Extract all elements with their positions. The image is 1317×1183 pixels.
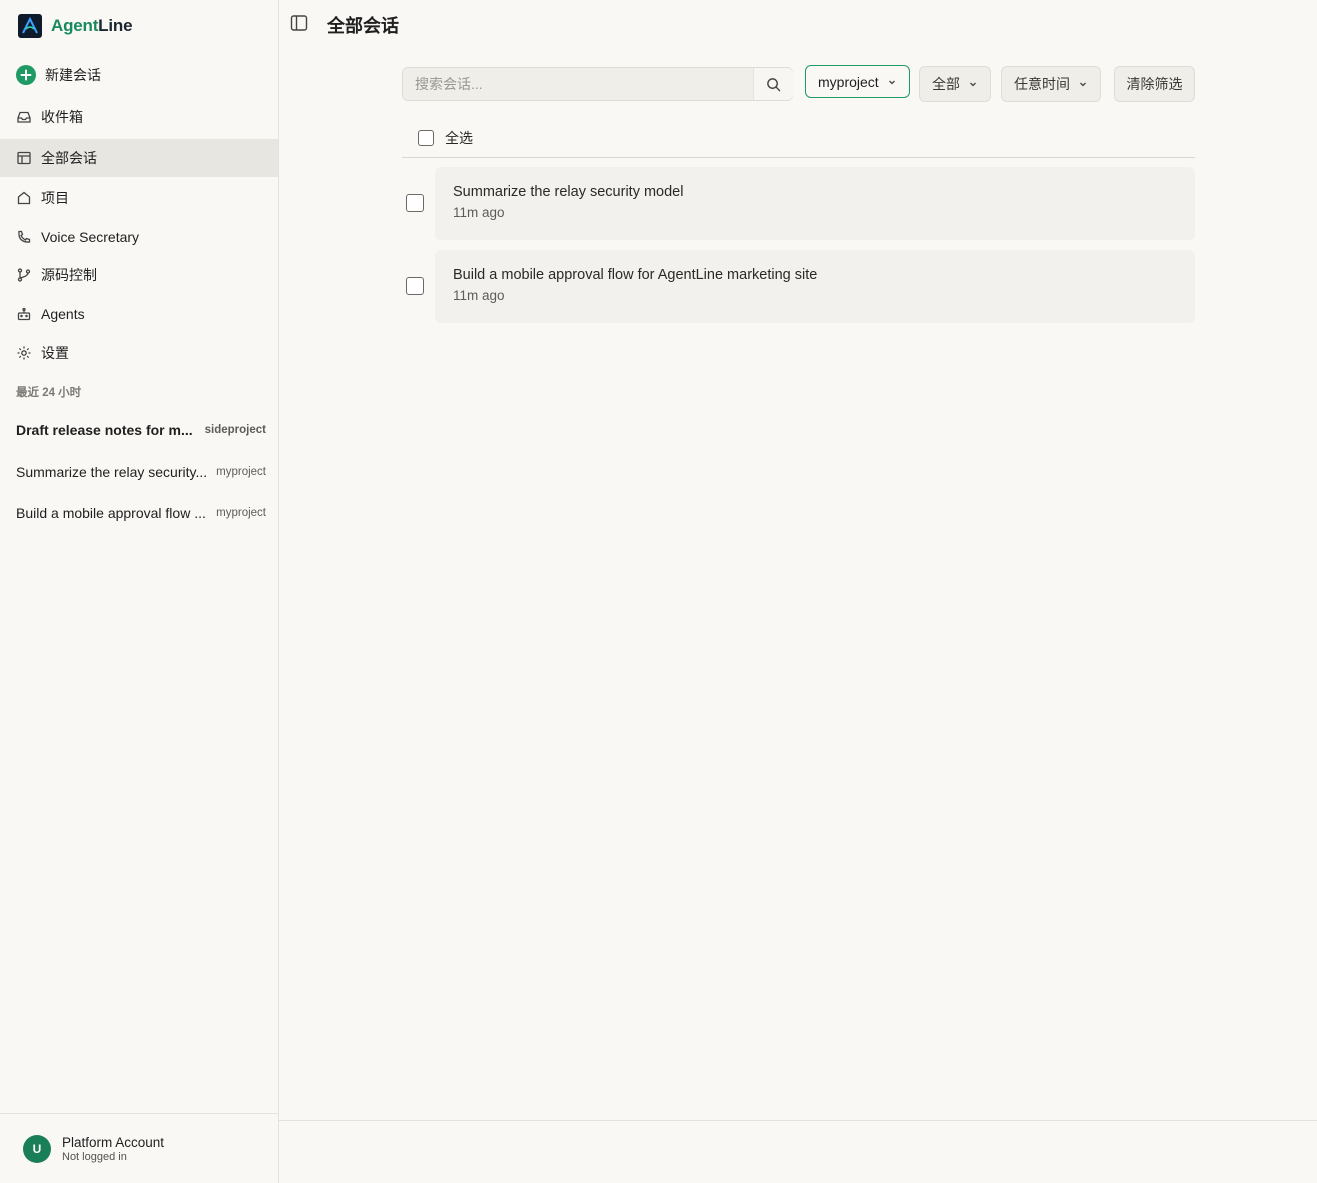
sidebar-item-label: 收件箱 [41,109,83,125]
agentline-logo-icon [18,14,42,38]
chevron-down-icon [968,79,978,89]
account-panel[interactable]: U Platform Account Not logged in [0,1113,278,1183]
select-all-checkbox[interactable] [418,130,434,146]
recent-session-project: sideproject [204,424,266,436]
sidebar-item-projects[interactable]: 项目 [0,179,278,217]
time-filter-value: 任意时间 [1014,76,1070,92]
inbox-icon [16,109,32,125]
recent-session-title: Summarize the relay security... [16,464,208,480]
status-filter-dropdown[interactable]: 全部 [919,66,991,102]
clear-filters-button[interactable]: 清除筛选 [1114,66,1195,102]
sidebar: AgentLine 新建会话 收件箱 全部会话 项目 Voice Secreta… [0,0,279,1183]
session-card[interactable]: Summarize the relay security model 11m a… [435,167,1195,240]
session-title: Summarize the relay security model [453,184,684,200]
time-filter-dropdown[interactable]: 任意时间 [1001,66,1101,102]
chevron-down-icon [887,77,897,87]
sidebar-item-source-control[interactable]: 源码控制 [0,256,278,294]
account-status: Not logged in [62,1151,127,1163]
robot-icon [16,306,32,322]
recent-session-title: Build a mobile approval flow ... [16,505,206,521]
recent-session-item[interactable]: Summarize the relay security... myprojec… [16,462,266,482]
search-icon [767,77,781,91]
session-checkbox[interactable] [406,194,424,212]
sidebar-item-all-sessions[interactable]: 全部会话 [0,139,278,177]
sidebar-item-label: Voice Secretary [41,229,140,245]
sidebar-toggle-icon [290,15,308,31]
sidebar-item-label: Agents [41,306,85,322]
recent-session-item[interactable]: Build a mobile approval flow ... myproje… [16,503,266,523]
gear-icon [16,345,32,361]
new-chat-label: 新建会话 [45,67,101,83]
sidebar-item-voice-secretary[interactable]: Voice Secretary [0,218,278,256]
sidebar-item-label: 全部会话 [41,150,97,166]
layout-icon [16,150,32,166]
search-box [402,67,793,101]
session-time: 11m ago [453,288,505,303]
git-branch-icon [16,267,32,283]
project-filter-dropdown[interactable]: myproject [805,65,910,98]
search-input[interactable] [403,68,753,100]
select-all-label: 全选 [445,130,473,146]
sidebar-item-settings[interactable]: 设置 [0,334,278,372]
phone-icon [16,229,32,245]
project-filter-value: myproject [818,73,879,90]
session-title: Build a mobile approval flow for AgentLi… [453,267,818,283]
new-chat-button[interactable]: 新建会话 [16,64,101,86]
page-title: 全部会话 [327,16,399,36]
bottom-divider [279,1120,1317,1121]
session-checkbox[interactable] [406,277,424,295]
toggle-sidebar-button[interactable] [290,14,308,32]
brand[interactable]: AgentLine [18,14,133,38]
sidebar-item-label: 设置 [41,345,69,361]
recent-session-project: myproject [216,507,266,519]
recent-session-title: Draft release notes for m... [16,422,193,438]
brand-name: AgentLine [51,16,133,35]
sidebar-item-agents[interactable]: Agents [0,295,278,333]
select-all[interactable]: 全选 [418,130,473,146]
session-card[interactable]: Build a mobile approval flow for AgentLi… [435,250,1195,323]
sidebar-item-inbox[interactable]: 收件箱 [0,98,278,136]
status-filter-value: 全部 [932,76,960,92]
avatar: U [23,1135,51,1163]
plus-icon [16,65,36,85]
recent-section-label: 最近 24 小时 [16,387,82,399]
account-name: Platform Account [62,1135,165,1150]
home-icon [16,190,32,206]
list-divider [402,157,1195,158]
sidebar-item-label: 源码控制 [41,267,97,283]
session-time: 11m ago [453,205,505,220]
chevron-down-icon [1078,79,1088,89]
clear-filters-label: 清除筛选 [1126,76,1183,92]
recent-session-project: myproject [216,466,266,478]
recent-session-item[interactable]: Draft release notes for m... sideproject [16,420,266,440]
search-button[interactable] [753,68,793,100]
sidebar-item-label: 项目 [41,190,69,206]
